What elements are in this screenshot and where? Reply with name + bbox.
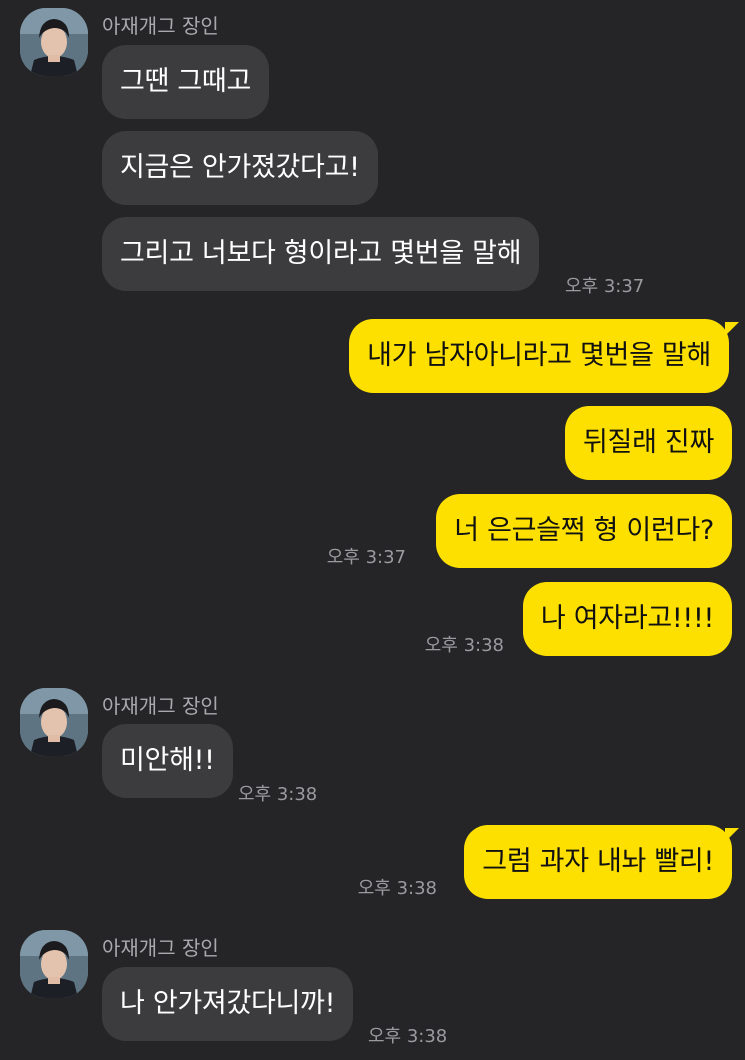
message-time: 오후 3:38 bbox=[238, 784, 318, 805]
profile-photo-icon[interactable] bbox=[20, 930, 88, 998]
incoming-message-bubble[interactable]: 그땐 그때고 bbox=[102, 45, 269, 119]
incoming-message-bubble[interactable]: 미안해!! bbox=[102, 724, 233, 798]
incoming-message-bubble[interactable]: 나 안가져갔다니까! bbox=[102, 967, 354, 1041]
message-time: 오후 3:37 bbox=[565, 276, 645, 297]
incoming-message-bubble[interactable]: 그리고 너보다 형이라고 몇번을 말해 bbox=[102, 217, 540, 291]
sender-name: 아재개그 장인 bbox=[102, 936, 219, 960]
outgoing-message-bubble[interactable]: 내가 남자아니라고 몇번을 말해 bbox=[349, 319, 729, 393]
chat-room[interactable]: 아재개그 장인 그땐 그때고 지금은 안가졌갔다고! 그리고 너보다 형이라고 … bbox=[0, 0, 745, 1060]
outgoing-message-bubble[interactable]: 나 여자라고!!!! bbox=[522, 582, 732, 656]
profile-photo-icon[interactable] bbox=[20, 688, 88, 756]
bubble-tail bbox=[725, 322, 739, 336]
outgoing-message-bubble[interactable]: 너 은근슬쩍 형 이런다? bbox=[436, 494, 732, 568]
bubble-tail bbox=[725, 828, 739, 842]
message-time: 오후 3:37 bbox=[326, 547, 406, 568]
outgoing-message-bubble[interactable]: 그럼 과자 내놔 빨리! bbox=[464, 825, 732, 899]
message-time: 오후 3:38 bbox=[368, 1026, 448, 1047]
profile-photo-icon[interactable] bbox=[20, 8, 88, 76]
incoming-message-bubble[interactable]: 지금은 안가졌갔다고! bbox=[102, 131, 378, 205]
sender-name: 아재개그 장인 bbox=[102, 14, 219, 38]
message-time: 오후 3:38 bbox=[357, 878, 437, 899]
outgoing-message-bubble[interactable]: 뒤질래 진짜 bbox=[565, 406, 732, 480]
sender-name: 아재개그 장인 bbox=[102, 694, 219, 718]
message-time: 오후 3:38 bbox=[424, 635, 504, 656]
